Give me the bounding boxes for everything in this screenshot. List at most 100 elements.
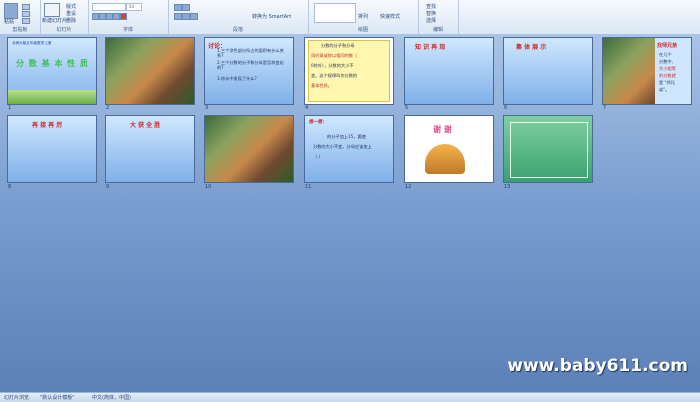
new-slide-button[interactable]: 新建幻灯片 (42, 17, 67, 24)
group-drawing: 排列 快速样式 绘图 (308, 0, 419, 34)
slide-title: 再 接 再 厉 (32, 122, 63, 129)
slide-sorter[interactable]: 北师大版五年级数学上册 分 数 基 本 性 质 1 2 讨论： 1.三个涂色部分… (0, 34, 700, 392)
copy-icon[interactable] (22, 11, 30, 17)
slide-number: 4 (305, 105, 309, 111)
slide-text: 2.三个分数的分子和分母是怎样变化的? (217, 60, 284, 71)
arrange-button[interactable]: 排列 (358, 13, 368, 20)
slide-title: 集 体 展 示 (516, 44, 547, 51)
slide-decoration (8, 90, 96, 104)
group-label: 编辑 (432, 27, 443, 33)
strikethrough-icon[interactable] (113, 13, 120, 20)
replace-button[interactable]: 替换 (426, 10, 436, 17)
font-size-select[interactable]: 54 (126, 3, 142, 11)
bold-icon[interactable] (92, 13, 99, 20)
group-label: 幻灯片 (56, 27, 72, 33)
view-indicator: 幻灯片浏览 (4, 395, 30, 401)
slide-text: 分数的大小不变，分母应该加上 (313, 144, 372, 149)
font-color-icon[interactable] (120, 13, 127, 20)
align-left-icon[interactable] (174, 13, 182, 20)
slide-thumbnail[interactable]: 再 接 再 厉 (8, 116, 96, 182)
slide-thumbnail[interactable]: 讨论： 1.三个涂色部分所占的面积有什么关系? 2.三个分数的分子和分母是怎样变… (205, 38, 293, 104)
slide-number: 2 (106, 105, 110, 111)
slide-text: 分数的分子和分母 (321, 43, 355, 48)
layout-button[interactable]: 版式 (66, 3, 76, 10)
shapes-gallery[interactable] (314, 3, 356, 23)
format-painter-icon[interactable] (22, 18, 30, 24)
paste-button[interactable]: 粘贴 (4, 18, 14, 25)
slide-number: 13 (504, 184, 511, 190)
group-label: 绘图 (357, 27, 368, 33)
delete-button[interactable]: 删除 (66, 17, 76, 24)
slide-number: 5 (405, 105, 409, 111)
language-indicator[interactable]: 中文(简体，中国) (92, 394, 131, 401)
theme-indicator[interactable]: "默认设计模板" (40, 394, 75, 401)
group-label: 字体 (122, 27, 133, 33)
slide-thumbnail[interactable]: 知 识 再 现 (405, 38, 493, 104)
group-paragraph: 转换为 SmartArt 段落 (168, 0, 309, 34)
slide-text: 的分数就 (659, 73, 676, 78)
slide-thumbnail[interactable]: 大 获 全 胜 (106, 116, 194, 182)
slide-title: 找师兄弟 (657, 43, 678, 49)
slide-text: 1.三个涂色部分所占的面积有什么关系? (217, 48, 284, 59)
group-label: 段落 (232, 27, 243, 33)
numbering-icon[interactable] (182, 4, 190, 11)
ribbon: 粘贴 剪贴板 新建幻灯片 版式 重设 删除 幻灯片 54 字体 转换为 Smar… (0, 0, 700, 35)
slide-text: 变。这个规律叫作分数的 (311, 73, 358, 78)
slide-number: 1 (8, 105, 12, 111)
underline-icon[interactable] (106, 13, 113, 20)
slide-textbox (510, 122, 588, 178)
slide-text: 分数中, (659, 59, 673, 64)
slide-thumbnail[interactable]: 集 体 展 示 (504, 38, 592, 104)
slide-thumbnail[interactable] (106, 38, 194, 104)
align-center-icon[interactable] (182, 13, 190, 20)
slide-text: 弟"。 (659, 87, 670, 92)
group-label: 剪贴板 (12, 27, 28, 33)
slide-text: 在几个 (659, 52, 672, 57)
slide-text: 3.你从中发现了什么? (217, 76, 257, 81)
slide-thumbnail[interactable]: 分数的分子和分母 同时乘或除以相同的数（ 0除外），分数的大小不 变。这个规律叫… (305, 38, 393, 104)
slide-text: 同时乘或除以相同的数（ (311, 53, 358, 58)
group-font: 54 字体 (88, 0, 169, 34)
slide-thumbnail[interactable] (504, 116, 592, 182)
slide-header-text: 北师大版五年级数学上册 (12, 41, 52, 45)
slide-thumbnail[interactable]: 想一想： 的分子加上15，要使 分数的大小不变，分母应该加上 （ ） (305, 116, 393, 182)
paste-icon[interactable] (4, 3, 18, 19)
slide-thumbnail[interactable]: 找师兄弟 在几个 分数中, 大小相等 的分数就 是 "师兄 弟"。 (603, 38, 691, 104)
slide-number: 12 (405, 184, 412, 190)
slide-thumbnail[interactable] (205, 116, 293, 182)
watermark: www.baby611.com (507, 356, 688, 376)
slide-thumbnail[interactable]: 北师大版五年级数学上册 分 数 基 本 性 质 (8, 38, 96, 104)
slide-text: 基本性质。 (311, 83, 332, 88)
slide-text: 大小相等 (659, 66, 676, 71)
slide-title: 知 识 再 现 (415, 44, 446, 51)
cut-icon[interactable] (22, 4, 30, 10)
font-name-select[interactable] (92, 3, 126, 11)
new-slide-icon[interactable] (44, 3, 60, 17)
slide-title: 大 获 全 胜 (130, 122, 161, 129)
italic-icon[interactable] (99, 13, 106, 20)
bullets-icon[interactable] (174, 4, 182, 11)
slide-text: （ ） (313, 154, 323, 159)
slide-text: 0除外），分数的大小不 (311, 63, 354, 68)
powerpoint-window: 粘贴 剪贴板 新建幻灯片 版式 重设 删除 幻灯片 54 字体 转换为 Smar… (0, 0, 700, 402)
slide-textbox (308, 40, 390, 102)
slide-title: 分 数 基 本 性 质 (16, 59, 89, 68)
quick-styles-button[interactable]: 快速样式 (380, 13, 400, 20)
group-editing: 查找 替换 选择 编辑 (418, 0, 459, 34)
slide-number: 7 (603, 105, 607, 111)
slide-number: 6 (504, 105, 508, 111)
slide-title: 想一想： (309, 120, 327, 125)
slide-thumbnail[interactable]: 谢 谢 (405, 116, 493, 182)
slide-text: 的分子加上15，要使 (327, 134, 366, 139)
slide-number: 11 (305, 184, 312, 190)
slide-number: 9 (106, 184, 110, 190)
select-button[interactable]: 选择 (426, 17, 436, 24)
reset-button[interactable]: 重设 (66, 10, 76, 17)
find-button[interactable]: 查找 (426, 3, 436, 10)
align-right-icon[interactable] (190, 13, 198, 20)
slide-title: 谢 谢 (433, 125, 452, 134)
slide-number: 3 (205, 105, 209, 111)
slide-number: 8 (8, 184, 12, 190)
convert-smartart-button[interactable]: 转换为 SmartArt (252, 13, 291, 20)
group-clipboard: 粘贴 剪贴板 (0, 0, 41, 34)
